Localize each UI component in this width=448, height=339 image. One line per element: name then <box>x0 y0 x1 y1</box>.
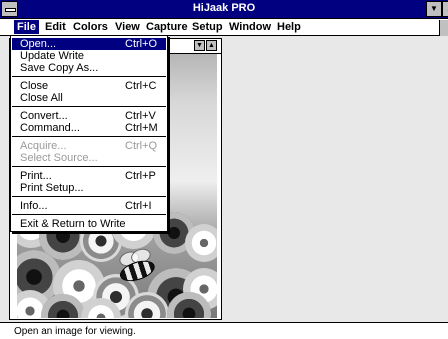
app-title: HiJaak PRO <box>192 2 256 14</box>
menu-item-acquire: Acquire... Ctrl+Q <box>20 140 158 152</box>
menu-separator <box>12 106 166 107</box>
menu-view[interactable]: View <box>115 21 140 33</box>
menu-capture[interactable]: Capture <box>146 21 188 33</box>
menu-setup[interactable]: Setup <box>192 21 223 33</box>
menu-separator <box>12 196 166 197</box>
menu-item-info[interactable]: Info... Ctrl+I <box>12 200 166 212</box>
menu-item-save-copy-as[interactable]: Save Copy As... <box>12 62 166 74</box>
menu-item-close-all[interactable]: Close All <box>12 92 166 104</box>
flower-image <box>185 224 217 262</box>
status-bar: Open an image for viewing. <box>0 322 448 339</box>
menu-item-update-write[interactable]: Update Write <box>12 50 166 62</box>
menu-separator <box>12 214 166 215</box>
status-text: Open an image for viewing. <box>14 326 136 337</box>
scroll-down-icon[interactable]: ▼ <box>194 40 205 51</box>
title-bar: HiJaak PRO ▼ ▲ <box>0 0 448 19</box>
menu-item-exit-return-write[interactable]: Exit & Return to Write <box>12 218 166 230</box>
menu-window[interactable]: Window <box>229 21 271 33</box>
menu-edit[interactable]: Edit <box>45 21 66 33</box>
menu-separator <box>12 76 166 77</box>
menu-file[interactable]: File <box>14 20 39 34</box>
menu-item-print[interactable]: Print... Ctrl+P <box>12 170 166 182</box>
menu-item-close[interactable]: Close Ctrl+C <box>12 80 166 92</box>
scroll-up-icon[interactable]: ▲ <box>206 40 217 51</box>
minimize-button[interactable]: ▼ <box>426 1 442 17</box>
menu-item-convert[interactable]: Convert... Ctrl+V <box>12 110 166 122</box>
menu-separator <box>12 166 166 167</box>
maximize-button[interactable]: ▲ <box>442 1 448 17</box>
menu-item-print-setup[interactable]: Print Setup... <box>12 182 166 194</box>
menu-colors[interactable]: Colors <box>73 21 108 33</box>
menu-item-select-source: Select Source... <box>20 152 98 164</box>
menu-item-command[interactable]: Command... Ctrl+M <box>12 122 166 134</box>
menu-help[interactable]: Help <box>277 21 301 33</box>
menu-separator <box>12 136 166 137</box>
menu-item-open[interactable]: Open... Ctrl+O <box>12 38 166 50</box>
menu-bar-edge <box>439 20 448 36</box>
menu-bar: File Edit Colors View Capture Setup Wind… <box>0 19 448 36</box>
file-menu-dropdown: Open... Ctrl+O Update Write Save Copy As… <box>10 35 168 232</box>
